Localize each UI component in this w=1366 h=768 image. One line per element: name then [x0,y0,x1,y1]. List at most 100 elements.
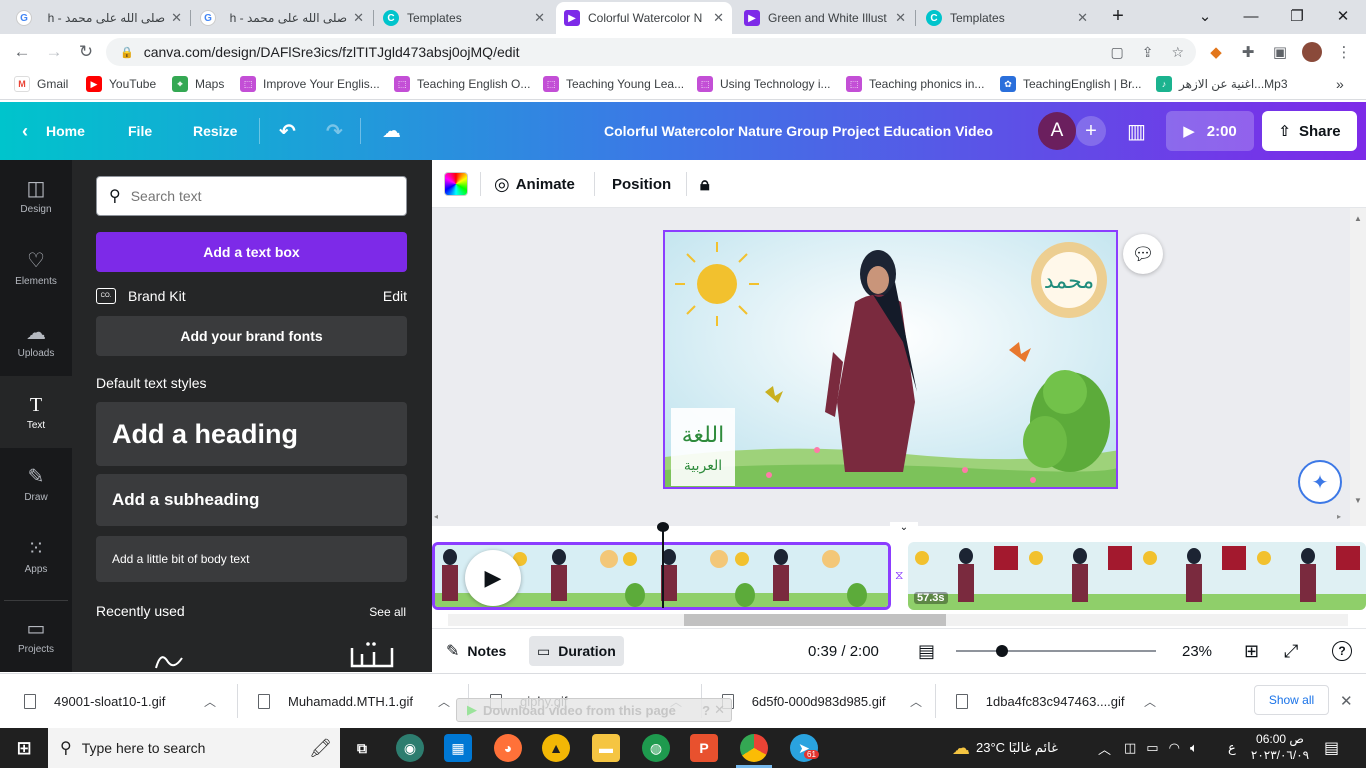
zoom-percentage[interactable]: 23% [1182,629,1212,673]
profile-avatar-icon[interactable] [1302,42,1322,62]
see-all-link[interactable]: See all [369,605,406,619]
chevron-up-icon[interactable]: ︿ [438,693,450,710]
page-action-icon[interactable]: ▢ [1110,44,1123,61]
browser-menu-icon[interactable]: ⋮ [1334,42,1354,62]
browser-tab[interactable]: G صلى الله على محمد - h ✕ [8,2,190,34]
notifications-icon[interactable]: ▤ [1324,728,1339,768]
chrome-icon[interactable] [740,734,768,762]
tray-icons[interactable]: ◫ ▭ ◠ 🔈︎ [1124,728,1198,768]
timeline-clip-2[interactable]: 57.3s [908,542,1366,610]
invite-plus-button[interactable]: + [1076,116,1106,146]
add-subheading-button[interactable]: Add a subheading [96,474,407,526]
keyboard-language[interactable]: ع [1228,728,1236,768]
camera-app-icon[interactable]: ◉ [396,734,424,762]
maximize-button[interactable]: ❐ [1274,0,1320,32]
browser-tab[interactable]: C Templates ✕ [375,2,553,34]
download-item[interactable]: Muhamadd.MTH.1.gif ︿ [258,674,454,729]
bookmark-item[interactable]: ♪ Mp3...اغنية عن الازهر [1156,76,1288,92]
minimize-button[interactable]: — [1228,0,1274,32]
design-title[interactable]: Colorful Watercolor Nature Group Project… [604,102,993,160]
vertical-scrollbar[interactable]: ▲ ▼ [1350,208,1366,526]
duration-button[interactable]: ▭ Duration [529,636,624,666]
redo-icon[interactable]: ↷ [326,102,343,160]
battery-icon[interactable]: ▭ [1146,740,1158,756]
bookmark-item[interactable]: ✿ TeachingEnglish | Br... [1000,76,1142,92]
metamask-extension-icon[interactable]: ◆ [1206,42,1226,62]
bookmark-item[interactable]: ⬚ Teaching Young Lea... [543,76,684,92]
bookmark-star-icon[interactable]: ☆ [1171,44,1184,61]
undo-icon[interactable]: ↶ [279,102,296,160]
close-downloads-icon[interactable]: ✕ [1340,692,1353,710]
timeline-scroll-thumb[interactable] [684,614,946,626]
magic-assistant-icon[interactable]: ✦ [1298,460,1342,504]
back-icon[interactable]: ← [10,40,34,64]
bookmark-youtube[interactable]: ▶ YouTube [86,76,156,92]
avatar[interactable]: A [1038,112,1076,150]
task-view-icon[interactable]: ⧉ [348,734,376,762]
home-button[interactable]: ‹ Home [22,102,85,160]
rail-item-design[interactable]: ◫ Design [0,160,72,232]
rail-item-projects[interactable]: ▭ Projects [0,600,72,672]
resize-button[interactable]: Resize [193,102,237,160]
volume-icon[interactable]: 🔈︎ [1190,740,1198,756]
bookmark-item[interactable]: ⬚ Improve Your Englis... [240,76,380,92]
close-icon[interactable]: ✕ [713,10,724,26]
chevron-up-icon[interactable]: ︿ [204,693,216,710]
close-icon[interactable]: ✕ [895,10,906,26]
browser-tab[interactable]: C Templates ✕ [918,2,1096,34]
rail-item-draw[interactable]: ✎ Draw [0,448,72,520]
browser-tab[interactable]: G صلى الله على محمد - h ✕ [192,2,372,34]
download-item[interactable]: 1dba4fc83c947463....gif ︿ [956,674,1156,729]
share-button[interactable]: ⇧ Share [1262,111,1357,151]
add-body-text-button[interactable]: Add a little bit of body text [96,536,407,582]
bookmark-gmail[interactable]: M Gmail [14,76,68,92]
new-tab-button[interactable]: + [1098,0,1138,32]
scroll-down-icon[interactable]: ▼ [1354,496,1362,505]
playhead-handle[interactable] [657,522,669,532]
timeline-scroll-right-icon[interactable]: ▸ [1337,512,1341,521]
grid-layout-icon[interactable]: ▤ [918,629,935,673]
rail-item-uploads[interactable]: ☁ Uploads [0,304,72,376]
windows-start-icon[interactable]: ⊞ [10,734,38,762]
insights-chart-icon[interactable]: ▥ [1127,102,1146,160]
tray-app-icon[interactable]: ◫ [1124,740,1136,756]
help-icon[interactable]: ? [1332,629,1352,673]
reload-icon[interactable]: ↻ [74,40,98,64]
chevron-down-icon[interactable]: ⌄ [890,522,918,533]
vlc-like-app-icon[interactable]: ▲ [542,734,570,762]
transition-icon[interactable]: ⧖ [895,568,903,583]
download-video-overlay[interactable]: ▶ Download video from this page ? ✕ [456,698,732,722]
background-color-button[interactable] [444,160,468,208]
close-icon[interactable]: ✕ [534,10,545,26]
notes-button[interactable]: ✎ Notes [446,629,506,673]
rail-item-elements[interactable]: ♡ Elements [0,232,72,304]
add-heading-button[interactable]: Add a heading [96,402,407,466]
extensions-puzzle-icon[interactable]: ✚ [1238,42,1258,62]
file-menu-button[interactable]: File [128,102,152,160]
clock[interactable]: 06:00 ص ٢٠٢٣/٠٦/٠٩ [1250,731,1310,763]
add-brand-fonts-button[interactable]: Add your brand fonts [96,316,407,356]
position-button[interactable]: Position [612,160,671,208]
animate-button[interactable]: ◎ Animate [494,160,575,208]
chevron-up-icon[interactable]: ︿ [910,693,922,710]
rail-item-apps[interactable]: ⁙ Apps [0,520,72,592]
store-icon[interactable]: ▦ [444,734,472,762]
tray-overflow-icon[interactable]: ︿ [1098,728,1111,768]
bookmarks-overflow-icon[interactable]: » [1336,76,1344,92]
design-page[interactable]: محمد اللغة العربية [663,230,1118,489]
side-panel-icon[interactable]: ▣ [1270,42,1290,62]
help-icon[interactable]: ? [702,703,710,718]
bookmark-maps[interactable]: ⌖ Maps [172,76,224,92]
timeline-scroll-left-icon[interactable]: ◂ [434,512,438,521]
file-explorer-icon[interactable]: ▬ [592,734,620,762]
search-field[interactable]: ⚲ [96,176,407,216]
zoom-slider-track[interactable] [956,650,1156,652]
browser-tab[interactable]: ▶ Green and White Illust ✕ [736,2,914,34]
taskbar-search[interactable]: ⚲ Type here to search 🖍 [48,728,340,768]
download-item[interactable]: 6d5f0-000d983d985.gif ︿ [722,674,922,729]
rail-item-text[interactable]: T Text [0,376,72,448]
wifi-icon[interactable]: ◠ [1169,740,1180,756]
close-icon[interactable]: ✕ [714,702,725,718]
brand-kit-edit-link[interactable]: Edit [383,288,407,304]
add-text-box-button[interactable]: Add a text box [96,232,407,272]
